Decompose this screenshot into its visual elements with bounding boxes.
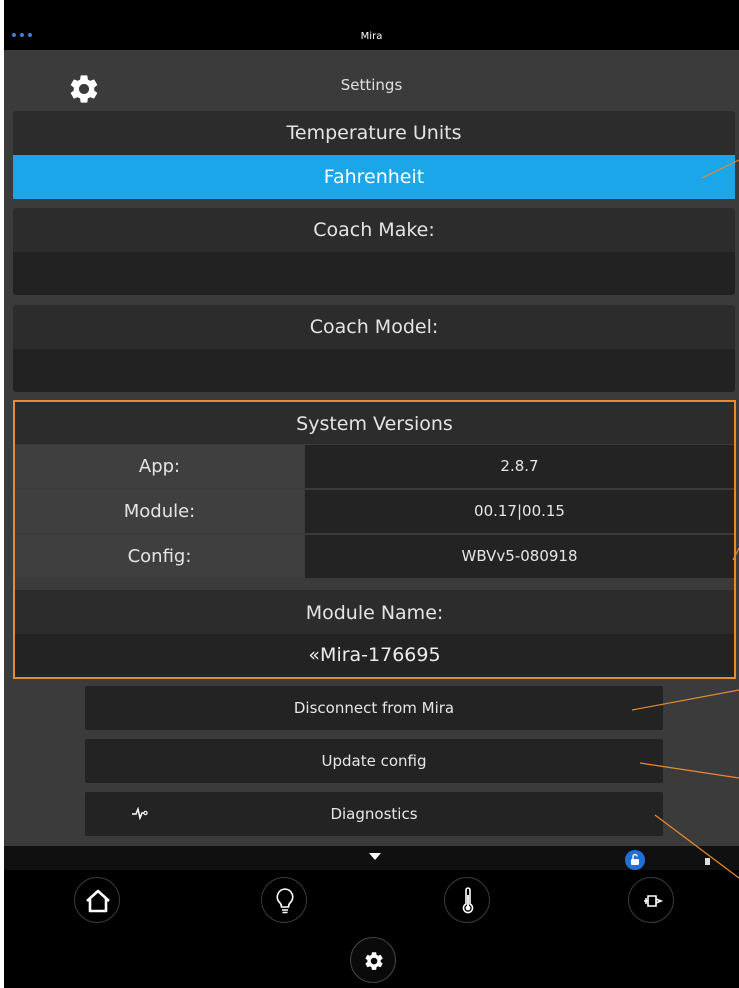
version-row-config: Config: WBVv5-080918 — [15, 535, 734, 578]
page-title: Settings — [340, 76, 403, 94]
bottom-navigation — [4, 870, 739, 988]
tray-bar — [4, 846, 739, 870]
nav-lights-button[interactable] — [261, 877, 307, 923]
version-value: WBVv5-080918 — [305, 535, 734, 578]
app-window: Mira Settings Temperature Units Fahrenhe… — [4, 0, 739, 988]
module-name-value: «Mira-176695 — [15, 634, 734, 677]
power-plug-icon — [644, 895, 664, 907]
unlock-icon[interactable] — [625, 850, 645, 870]
diagnostics-button[interactable]: Diagnostics — [85, 792, 663, 836]
nav-power-button[interactable] — [628, 877, 674, 923]
module-name-header: Module Name: — [15, 590, 734, 634]
gear-icon — [365, 952, 383, 970]
status-bar: Mira — [4, 0, 739, 50]
version-value: 2.8.7 — [305, 445, 734, 488]
app-title: Mira — [360, 31, 383, 42]
battery-icon — [705, 858, 710, 865]
nav-climate-button[interactable] — [444, 877, 490, 923]
home-icon — [86, 889, 110, 913]
system-versions-panel: System Versions App: 2.8.7 Module: 00.17… — [13, 400, 736, 679]
thermometer-icon — [462, 887, 474, 914]
nav-settings-button[interactable] — [350, 937, 396, 983]
pulse-icon — [132, 806, 148, 820]
page-header: Settings — [4, 50, 739, 112]
disconnect-button[interactable]: Disconnect from Mira — [85, 686, 663, 730]
coach-model-field[interactable] — [13, 349, 735, 392]
version-row-module: Module: 00.17|00.15 — [15, 490, 734, 533]
temperature-units-header: Temperature Units — [13, 111, 735, 155]
system-versions-header: System Versions — [15, 402, 734, 444]
version-row-app: App: 2.8.7 — [15, 445, 734, 488]
update-config-button[interactable]: Update config — [85, 739, 663, 783]
coach-make-header: Coach Make: — [13, 208, 735, 252]
nav-home-button[interactable] — [74, 877, 120, 923]
lightbulb-icon — [276, 888, 294, 914]
diagnostics-label: Diagnostics — [330, 805, 418, 823]
version-value: 00.17|00.15 — [305, 490, 734, 533]
version-label: Config: — [15, 535, 304, 578]
chevron-down-icon[interactable] — [369, 853, 381, 860]
temperature-units-option-fahrenheit[interactable]: Fahrenheit — [13, 155, 735, 199]
version-label: Module: — [15, 490, 304, 533]
coach-make-field[interactable] — [13, 252, 735, 295]
version-label: App: — [15, 445, 304, 488]
coach-model-header: Coach Model: — [13, 305, 735, 349]
